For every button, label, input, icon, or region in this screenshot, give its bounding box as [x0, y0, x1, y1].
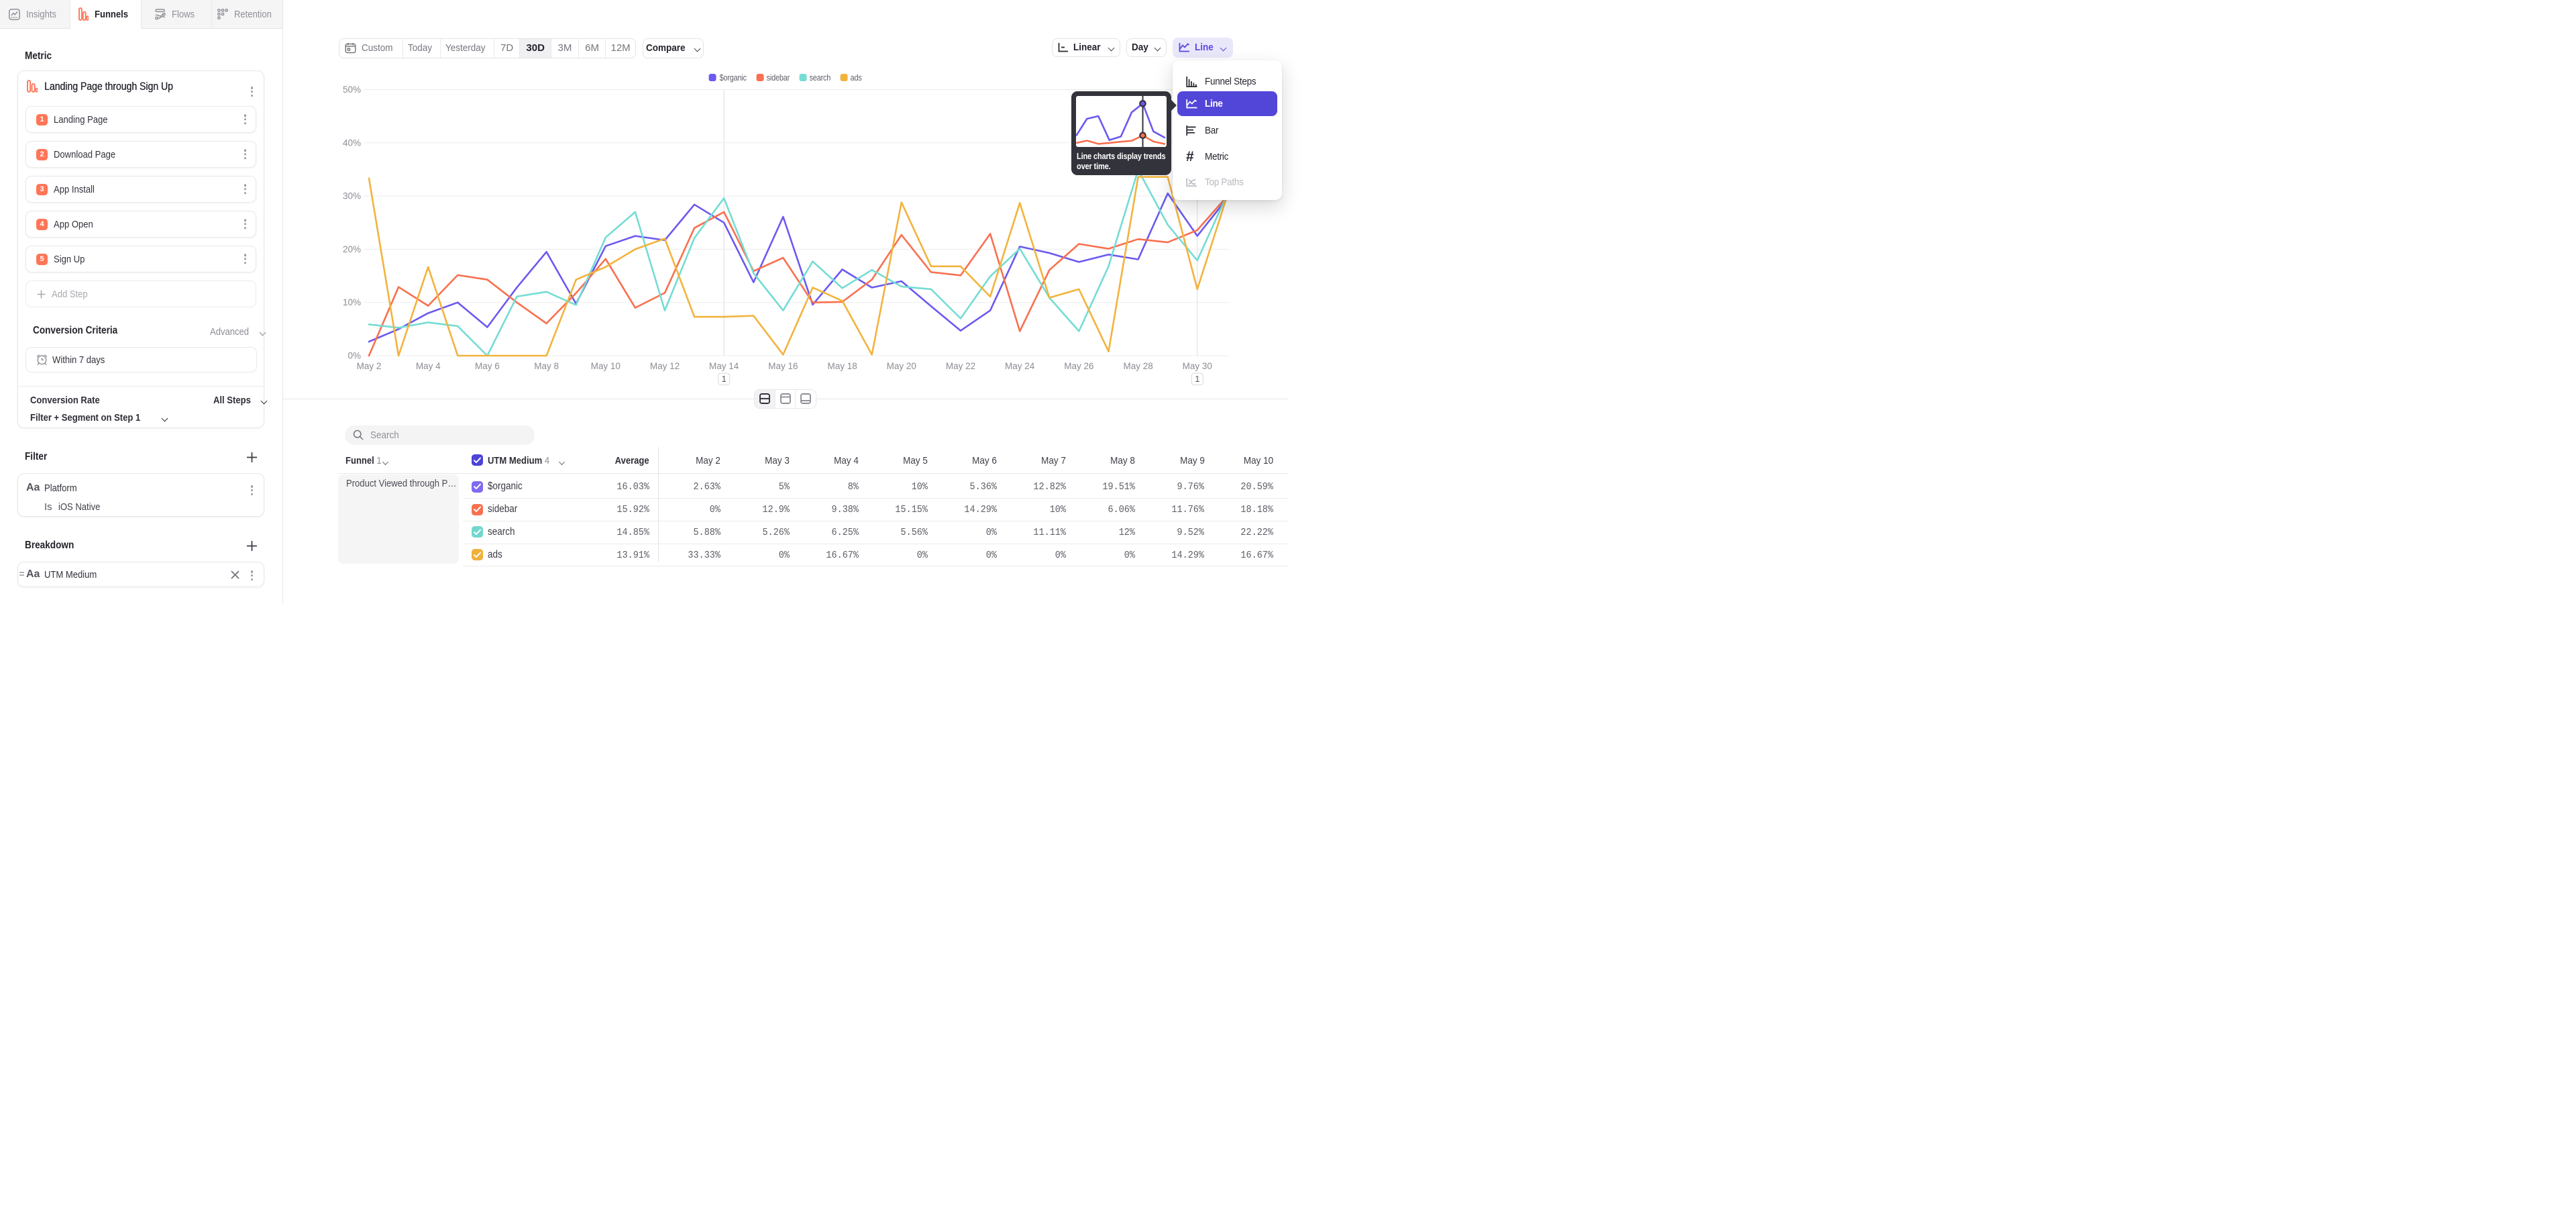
- svg-text:May 22: May 22: [946, 361, 975, 371]
- svg-text:40%: 40%: [343, 138, 361, 148]
- svg-text:50%: 50%: [343, 85, 361, 95]
- svg-text:20%: 20%: [343, 244, 361, 254]
- svg-text:May 26: May 26: [1064, 361, 1093, 371]
- svg-text:May 20: May 20: [887, 361, 916, 371]
- svg-text:May 6: May 6: [475, 361, 500, 371]
- svg-text:May 16: May 16: [768, 361, 798, 371]
- svg-text:10%: 10%: [343, 297, 361, 307]
- svg-text:May 12: May 12: [650, 361, 680, 371]
- svg-text:May 4: May 4: [416, 361, 441, 371]
- svg-text:30%: 30%: [343, 191, 361, 201]
- svg-text:May 30: May 30: [1183, 361, 1212, 371]
- svg-text:1: 1: [1195, 374, 1199, 384]
- svg-text:May 10: May 10: [591, 361, 621, 371]
- svg-text:May 24: May 24: [1005, 361, 1035, 371]
- svg-text:May 28: May 28: [1123, 361, 1152, 371]
- svg-text:May 14: May 14: [709, 361, 739, 371]
- svg-text:1: 1: [722, 374, 727, 384]
- svg-text:May 2: May 2: [357, 361, 382, 371]
- svg-text:May 8: May 8: [534, 361, 559, 371]
- svg-text:May 18: May 18: [827, 361, 857, 371]
- svg-text:0%: 0%: [347, 351, 361, 361]
